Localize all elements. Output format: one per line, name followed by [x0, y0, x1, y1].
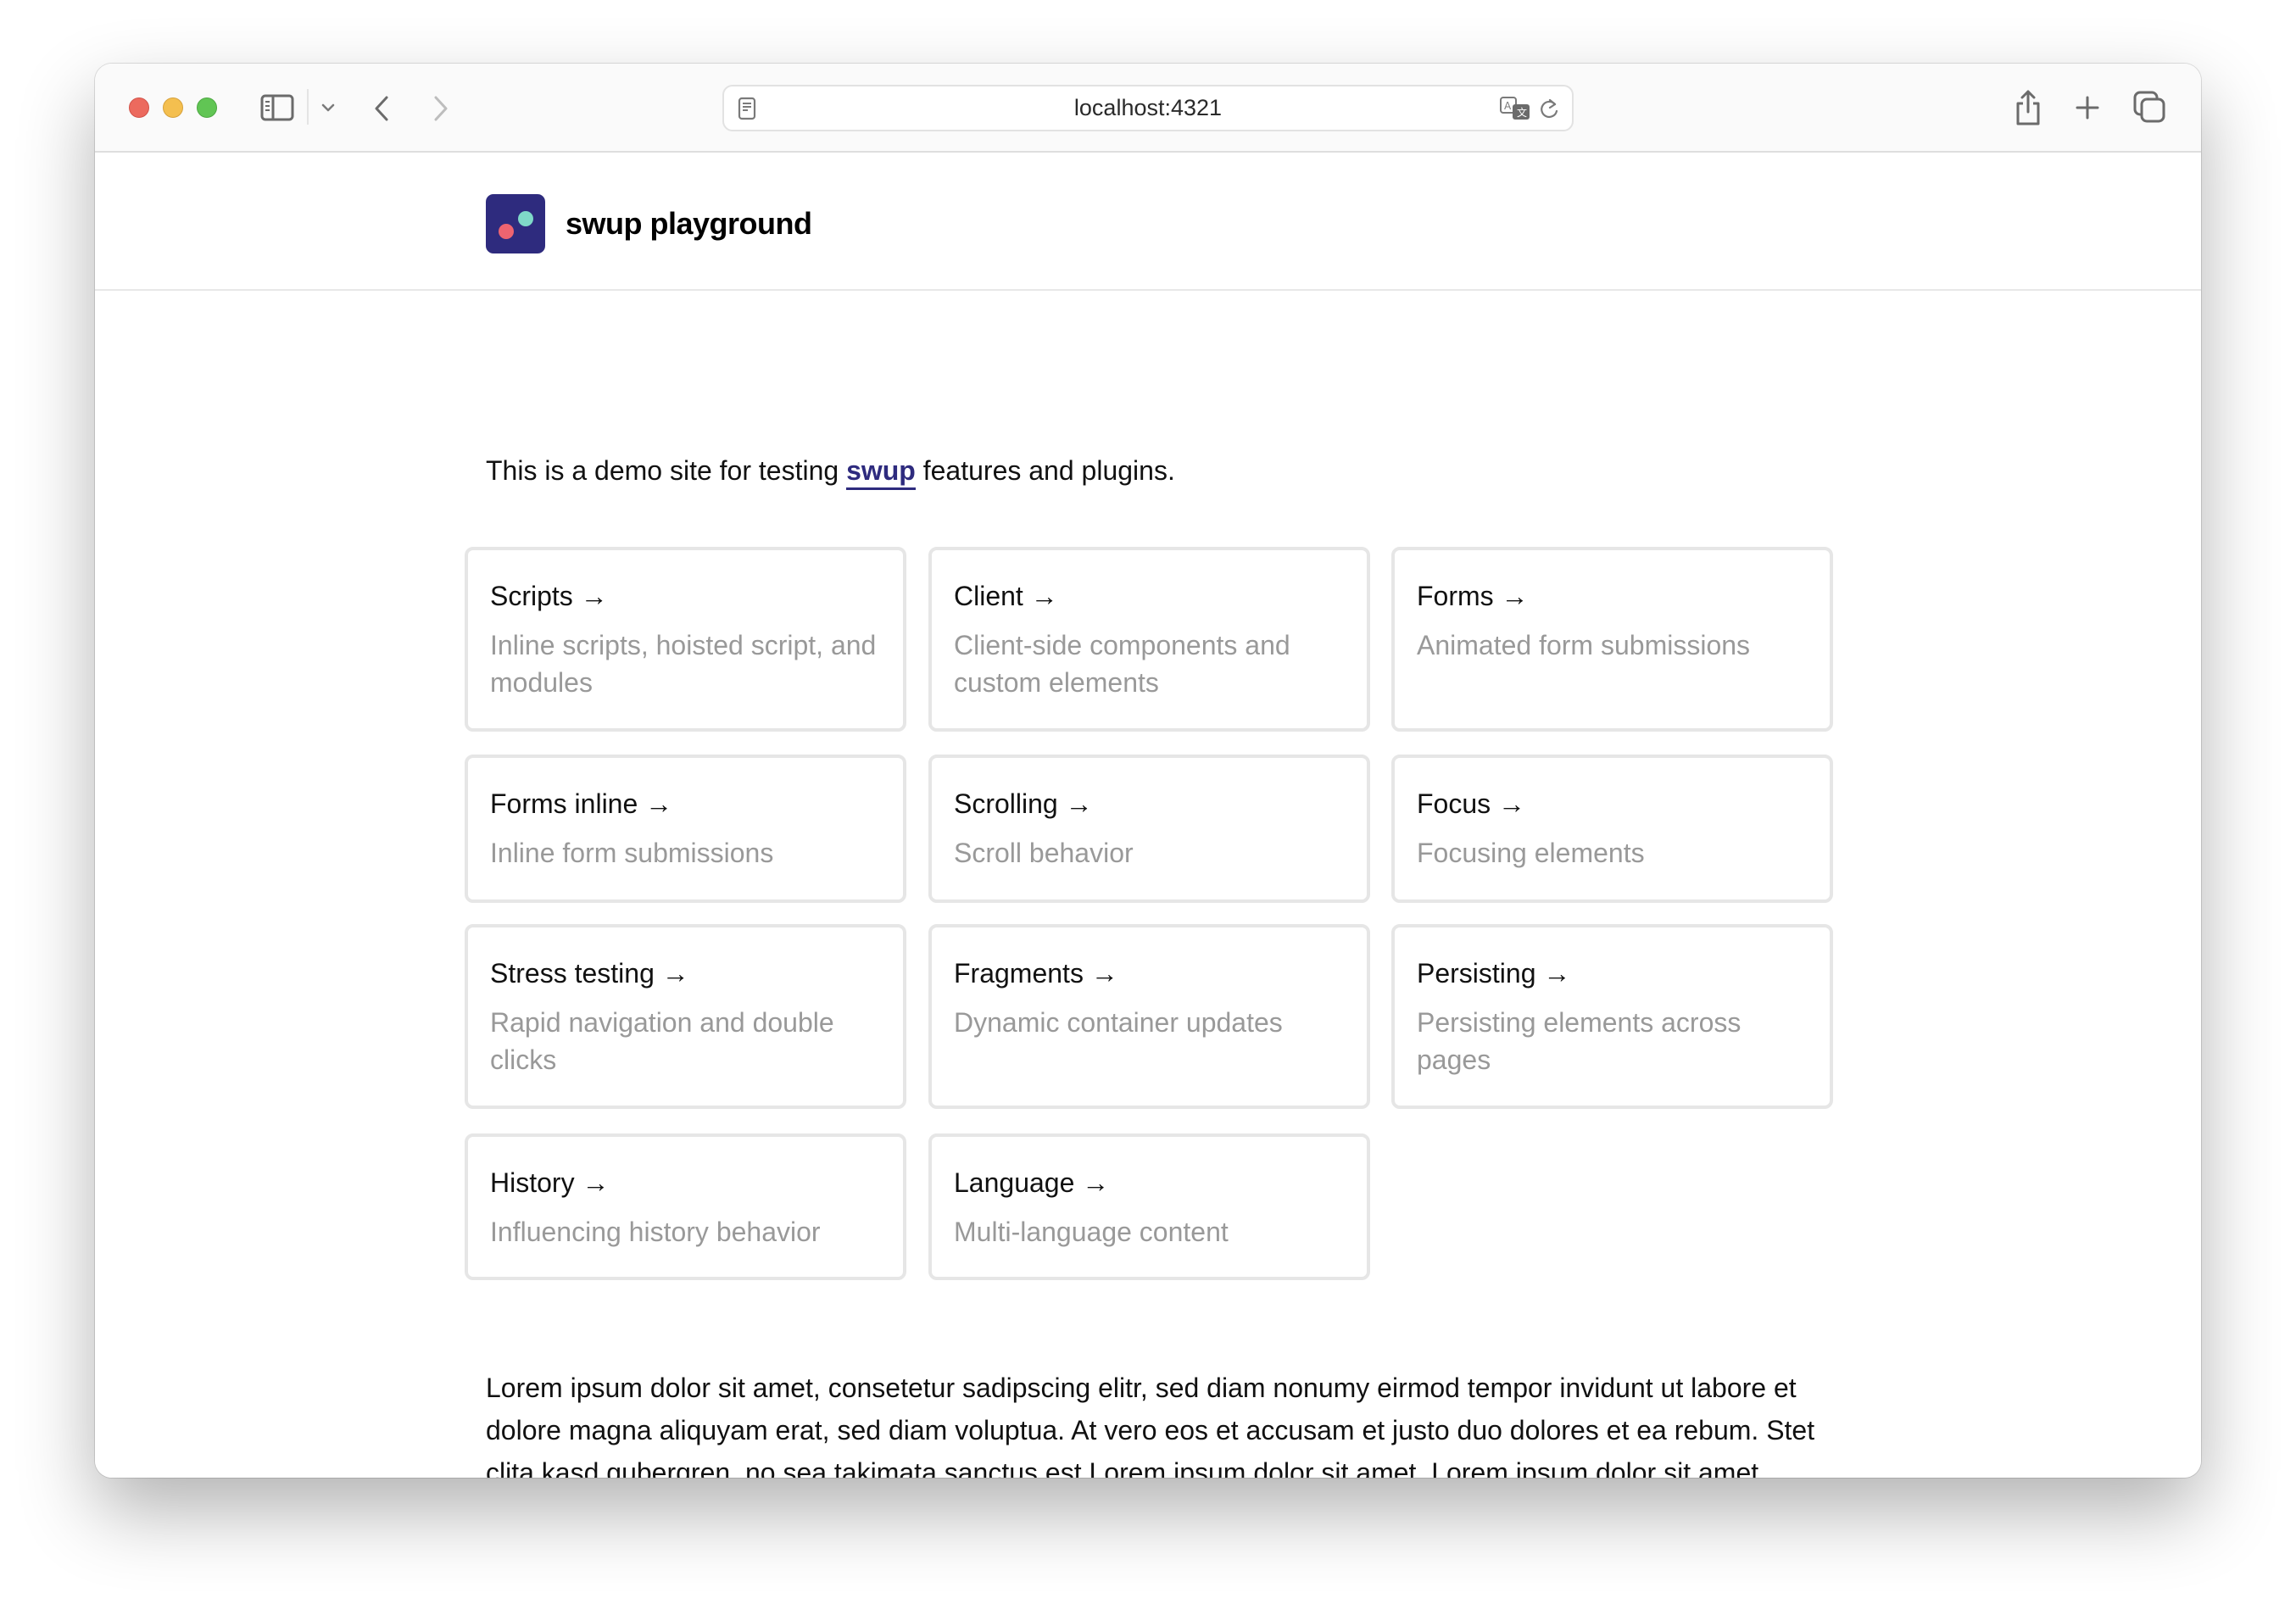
- card-description: Inline form submissions: [490, 838, 774, 868]
- chevron-down-icon: [321, 103, 335, 112]
- card-description: Persisting elements across pages: [1417, 1007, 1742, 1075]
- card-title: Client →: [954, 581, 1058, 611]
- chevron-left-icon: [375, 96, 388, 121]
- card-title: History →: [490, 1167, 610, 1198]
- card-description: Dynamic container updates: [954, 1007, 1283, 1038]
- page-viewport: swup playground This is a demo site for …: [95, 153, 2201, 1478]
- chevron-right-icon: [434, 96, 448, 121]
- back-button[interactable]: [365, 92, 398, 125]
- sidebar-icon: [260, 94, 294, 121]
- card-forms-inline[interactable]: Forms inline → Inline form submissions: [465, 755, 906, 903]
- card-description: Animated form submissions: [1417, 630, 1751, 660]
- svg-text:A: A: [1504, 100, 1512, 112]
- translate-icon[interactable]: A 文: [1499, 96, 1533, 123]
- tab-group-menu-button[interactable]: [315, 96, 341, 120]
- card-scrolling[interactable]: Scrolling → Scroll behavior: [928, 755, 1370, 903]
- share-button[interactable]: [2009, 86, 2047, 130]
- browser-toolbar: localhost:4321 A 文: [95, 64, 2201, 153]
- svg-text:文: 文: [1517, 106, 1527, 119]
- card-title: Scripts →: [490, 581, 608, 611]
- new-tab-button[interactable]: [2070, 89, 2104, 126]
- lorem-paragraph: Lorem ipsum dolor sit amet, consetetur s…: [486, 1373, 1815, 1478]
- browser-window: localhost:4321 A 文 swup playground This …: [95, 64, 2201, 1478]
- card-description: Scroll behavior: [954, 838, 1134, 868]
- intro-text: This is a demo site for testing swup fea…: [486, 449, 1175, 492]
- card-client[interactable]: Client → Client-side components and cust…: [928, 547, 1370, 732]
- site-header: swup playground: [95, 153, 2201, 291]
- card-title: Scrolling →: [954, 788, 1093, 819]
- site-logo[interactable]: [486, 194, 545, 253]
- logo-dot-red: [499, 224, 514, 239]
- share-icon: [2016, 90, 2040, 125]
- sidebar-toggle-button[interactable]: [259, 92, 296, 123]
- card-forms[interactable]: Forms → Animated form submissions: [1391, 547, 1833, 732]
- reload-icon[interactable]: [1538, 96, 1562, 123]
- card-description: Rapid navigation and double clicks: [490, 1007, 834, 1075]
- tab-overview-button[interactable]: [2130, 87, 2169, 126]
- card-description: Inline scripts, hoisted script, and modu…: [490, 630, 877, 698]
- card-description: Focusing elements: [1417, 838, 1645, 868]
- card-fragments[interactable]: Fragments → Dynamic container updates: [928, 924, 1370, 1109]
- plus-icon: [2076, 96, 2099, 120]
- toolbar-divider: [307, 89, 309, 125]
- url-text[interactable]: localhost:4321: [724, 86, 1572, 130]
- card-description: Multi-language content: [954, 1217, 1229, 1247]
- card-title: Persisting →: [1417, 958, 1571, 989]
- card-title: Language →: [954, 1167, 1110, 1198]
- card-history[interactable]: History → Influencing history behavior: [465, 1133, 906, 1280]
- zoom-window-button[interactable]: [197, 97, 217, 118]
- minimize-window-button[interactable]: [163, 97, 183, 118]
- card-description: Influencing history behavior: [490, 1217, 821, 1247]
- card-title: Forms inline →: [490, 788, 673, 819]
- card-focus[interactable]: Focus → Focusing elements: [1391, 755, 1833, 903]
- logo-dot-teal: [518, 211, 533, 226]
- card-persisting[interactable]: Persisting → Persisting elements across …: [1391, 924, 1833, 1109]
- card-title: Fragments →: [954, 958, 1118, 989]
- card-stress-testing[interactable]: Stress testing → Rapid navigation and do…: [465, 924, 906, 1109]
- card-title: Forms →: [1417, 581, 1529, 611]
- site-title[interactable]: swup playground: [566, 202, 812, 246]
- forward-button[interactable]: [424, 92, 458, 125]
- card-title: Focus →: [1417, 788, 1526, 819]
- card-language[interactable]: Language → Multi-language content: [928, 1133, 1370, 1280]
- intro-after: features and plugins.: [915, 455, 1175, 486]
- address-bar[interactable]: localhost:4321 A 文: [722, 85, 1574, 131]
- card-scripts[interactable]: Scripts → Inline scripts, hoisted script…: [465, 547, 906, 732]
- tabs-overview-icon: [2133, 91, 2165, 123]
- card-description: Client-side components and custom elemen…: [954, 630, 1290, 698]
- swup-link[interactable]: swup: [846, 455, 916, 490]
- intro-before: This is a demo site for testing: [486, 455, 847, 486]
- close-window-button[interactable]: [129, 97, 149, 118]
- card-title: Stress testing →: [490, 958, 689, 989]
